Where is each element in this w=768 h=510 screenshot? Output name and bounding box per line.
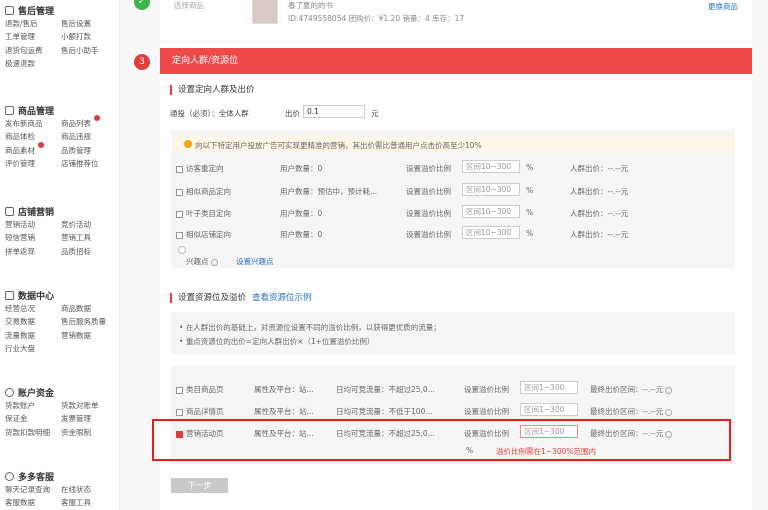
crowd-checkbox[interactable] xyxy=(176,165,183,173)
crowd-subtitle: 设置定向人群及出价 xyxy=(170,85,255,95)
sidebar-item-reviews[interactable]: 评价管理 xyxy=(5,158,61,169)
sidebar-section-title: 售后管理 xyxy=(5,4,117,17)
resource-premium-input[interactable]: 区间1~300 xyxy=(520,381,578,394)
step-number-badge: 3 xyxy=(134,54,150,70)
step-title-bar: 定向人群/资源位 xyxy=(160,48,752,74)
product-label: 选择商品 xyxy=(174,1,204,10)
sidebar-item-quality[interactable]: 品质管理 xyxy=(61,145,117,156)
notification-dot xyxy=(38,141,44,148)
change-product-link[interactable]: 更换商品 xyxy=(708,1,738,12)
sidebar-item-marketing-tools[interactable]: 营销工具 xyxy=(61,232,117,243)
resource-note: • 在人群出价的基础上，对资源位设置不同的溢价比例，以获得更优质的流量； xyxy=(179,323,441,332)
sidebar-section-service: 多多客服 聊天记录查询 在线状态 客服数据 客服工具 xyxy=(5,470,117,509)
sidebar-item-aftersale-assistant[interactable]: 售后小助手 xyxy=(61,45,117,56)
sidebar-section-data: 数据中心 经营总况 商品数据 交易数据 售后服务质量 流量数据 营销数据 行业大盘 xyxy=(5,289,117,355)
resource-premium-input[interactable]: 区间1~300 xyxy=(520,403,578,416)
sidebar-item-invoice[interactable]: 发票管理 xyxy=(61,413,117,424)
sidebar-section-goods: 商品管理 发布新商品 商品列表 商品体检 商品违规 商品素材 品质管理 评价管理 店铺推… xyxy=(5,104,117,170)
step-title: 定向人群/资源位 xyxy=(172,56,239,66)
sidebar-item-traffic-data[interactable]: 流量数据 xyxy=(5,330,61,341)
sidebar-item-statement[interactable]: 货款对账单 xyxy=(61,400,117,411)
bid-input[interactable]: 0.1 xyxy=(303,105,365,118)
sidebar-section-funds: 账户资金 货款账户 货款对账单 保证金 发票管理 货款扣款明细 资金限制 xyxy=(5,386,117,439)
sidebar-item-refund[interactable]: 退款/售后 xyxy=(5,18,61,29)
bid-label: 出价 xyxy=(285,109,300,118)
sidebar-item-service-quality[interactable]: 售后服务质量 xyxy=(61,316,117,327)
premium-input[interactable]: 区间10~300 xyxy=(462,226,520,239)
help-icon xyxy=(665,408,673,416)
sidebar-item-fast-refund[interactable]: 极速退款 xyxy=(5,58,61,69)
resource-subtitle: 设置资源位及溢价 查看资源位示例 xyxy=(170,293,312,303)
sidebar-item-bidding[interactable]: 竞价活动 xyxy=(61,219,117,230)
tip-text: 向以下特定用户投放广告可实现更精准的营销，其出价需比普通用户点击价高至少10% xyxy=(195,141,482,150)
sidebar-item-online-status[interactable]: 在线状态 xyxy=(61,484,117,495)
product-meta: ID:4749558054 团购价：¥1.20 销量：4 库存：17 xyxy=(288,14,465,23)
sidebar-item-goods-violation[interactable]: 商品违规 xyxy=(61,131,117,142)
sidebar-item-fund-limit[interactable]: 资金限制 xyxy=(61,427,117,438)
goods-icon xyxy=(5,105,14,115)
sidebar-item-overview[interactable]: 经营总况 xyxy=(5,303,61,314)
crowd-checkbox[interactable] xyxy=(176,188,183,196)
highlight-box xyxy=(152,419,731,461)
sidebar-item-shop-recommend[interactable]: 店铺推荐位 xyxy=(61,158,117,169)
sidebar-item-ticket[interactable]: 工单管理 xyxy=(5,31,61,42)
next-button[interactable]: 下一步 xyxy=(171,478,228,493)
product-card: 选择商品 春了夏的的书 ID:4749558054 团购价：¥1.20 销量：4… xyxy=(160,0,752,40)
sidebar-item-goods-list[interactable]: 商品列表 xyxy=(61,114,117,129)
resource-notes-box: • 在人群出价的基础上，对资源位设置不同的溢价比例，以获得更优质的流量； • 重… xyxy=(171,312,735,354)
premium-input[interactable]: 区间10~300 xyxy=(462,183,520,196)
product-thumbnail xyxy=(252,0,278,24)
crowd-checkbox[interactable] xyxy=(176,231,183,239)
warning-icon xyxy=(184,140,192,148)
product-title: 春了夏的的书 xyxy=(288,1,333,10)
interest-radio[interactable] xyxy=(178,246,186,254)
resource-checkbox[interactable] xyxy=(176,408,183,416)
sidebar-item-deductions[interactable]: 货款扣款明细 xyxy=(5,427,61,438)
sidebar-item-aftersale-settings[interactable]: 售后设置 xyxy=(61,18,117,29)
sidebar-section-shop: 店铺营销 营销活动 竞价活动 短信营销 营销工具 拼单返现 品质招标 xyxy=(5,205,117,258)
sidebar-item-return-freight[interactable]: 退货包运费 xyxy=(5,45,61,56)
after-sale-icon xyxy=(5,5,14,15)
sidebar-item-quality-bid[interactable]: 品质招标 xyxy=(61,246,117,257)
help-icon xyxy=(210,258,218,266)
notification-dot xyxy=(94,114,100,121)
funds-icon xyxy=(5,387,14,397)
set-interest-link[interactable]: 设置兴趣点 xyxy=(236,256,274,267)
sidebar-item-goods-check[interactable]: 商品体检 xyxy=(5,131,61,142)
premium-input[interactable]: 区间10~300 xyxy=(462,205,520,218)
sidebar-item-deposit[interactable]: 保证金 xyxy=(5,413,61,424)
sidebar-item-trade-data[interactable]: 交易数据 xyxy=(5,316,61,327)
sidebar-item-cs-tools[interactable]: 客服工具 xyxy=(61,497,117,508)
sidebar-item-goods-material[interactable]: 商品素材 xyxy=(5,141,61,156)
sidebar-item-chat-records[interactable]: 聊天记录查询 xyxy=(5,484,61,495)
tip-bar: 向以下特定用户投放广告可实现更精准的营销，其出价需比普通用户点击价高至少10% xyxy=(171,136,735,152)
sidebar-item-activities[interactable]: 营销活动 xyxy=(5,219,61,230)
sidebar-item-cs-data[interactable]: 客服数据 xyxy=(5,497,61,508)
sidebar-item-marketing-data[interactable]: 营销数据 xyxy=(61,330,117,341)
help-icon xyxy=(665,386,673,394)
sidebar-item-industry[interactable]: 行业大盘 xyxy=(5,343,61,354)
sidebar-item-sms[interactable]: 短信营销 xyxy=(5,232,61,243)
premium-input[interactable]: 区间10~300 xyxy=(462,160,520,173)
bid-unit: 元 xyxy=(371,109,379,118)
interest-label: 兴趣点 xyxy=(186,256,218,267)
sidebar: 售后管理 退款/售后 售后设置 工单管理 小额打款 退货包运费 售后小助手 极速退款 … xyxy=(0,0,120,510)
chart-icon xyxy=(5,290,14,300)
resource-example-link[interactable]: 查看资源位示例 xyxy=(252,293,312,303)
base-crowd-label: 通投（必须）：全体人群 xyxy=(170,109,249,118)
sidebar-item-goods-data[interactable]: 商品数据 xyxy=(61,303,117,314)
customer-service-icon xyxy=(5,471,14,481)
resource-checkbox[interactable] xyxy=(176,386,183,394)
sidebar-item-publish[interactable]: 发布新商品 xyxy=(5,118,61,129)
sidebar-item-small-payment[interactable]: 小额打款 xyxy=(61,31,117,42)
crowd-checkbox[interactable] xyxy=(176,210,183,218)
shop-icon xyxy=(5,206,14,216)
sidebar-item-account[interactable]: 货款账户 xyxy=(5,400,61,411)
sidebar-section-after-sale: 售后管理 退款/售后 售后设置 工单管理 小额打款 退货包运费 售后小助手 极速退款 xyxy=(5,4,117,70)
resource-note: • 重点资源位的出价=定向人群出价×（1+位置溢价比例） xyxy=(179,337,375,346)
sidebar-item-cashback[interactable]: 拼单返现 xyxy=(5,246,61,257)
